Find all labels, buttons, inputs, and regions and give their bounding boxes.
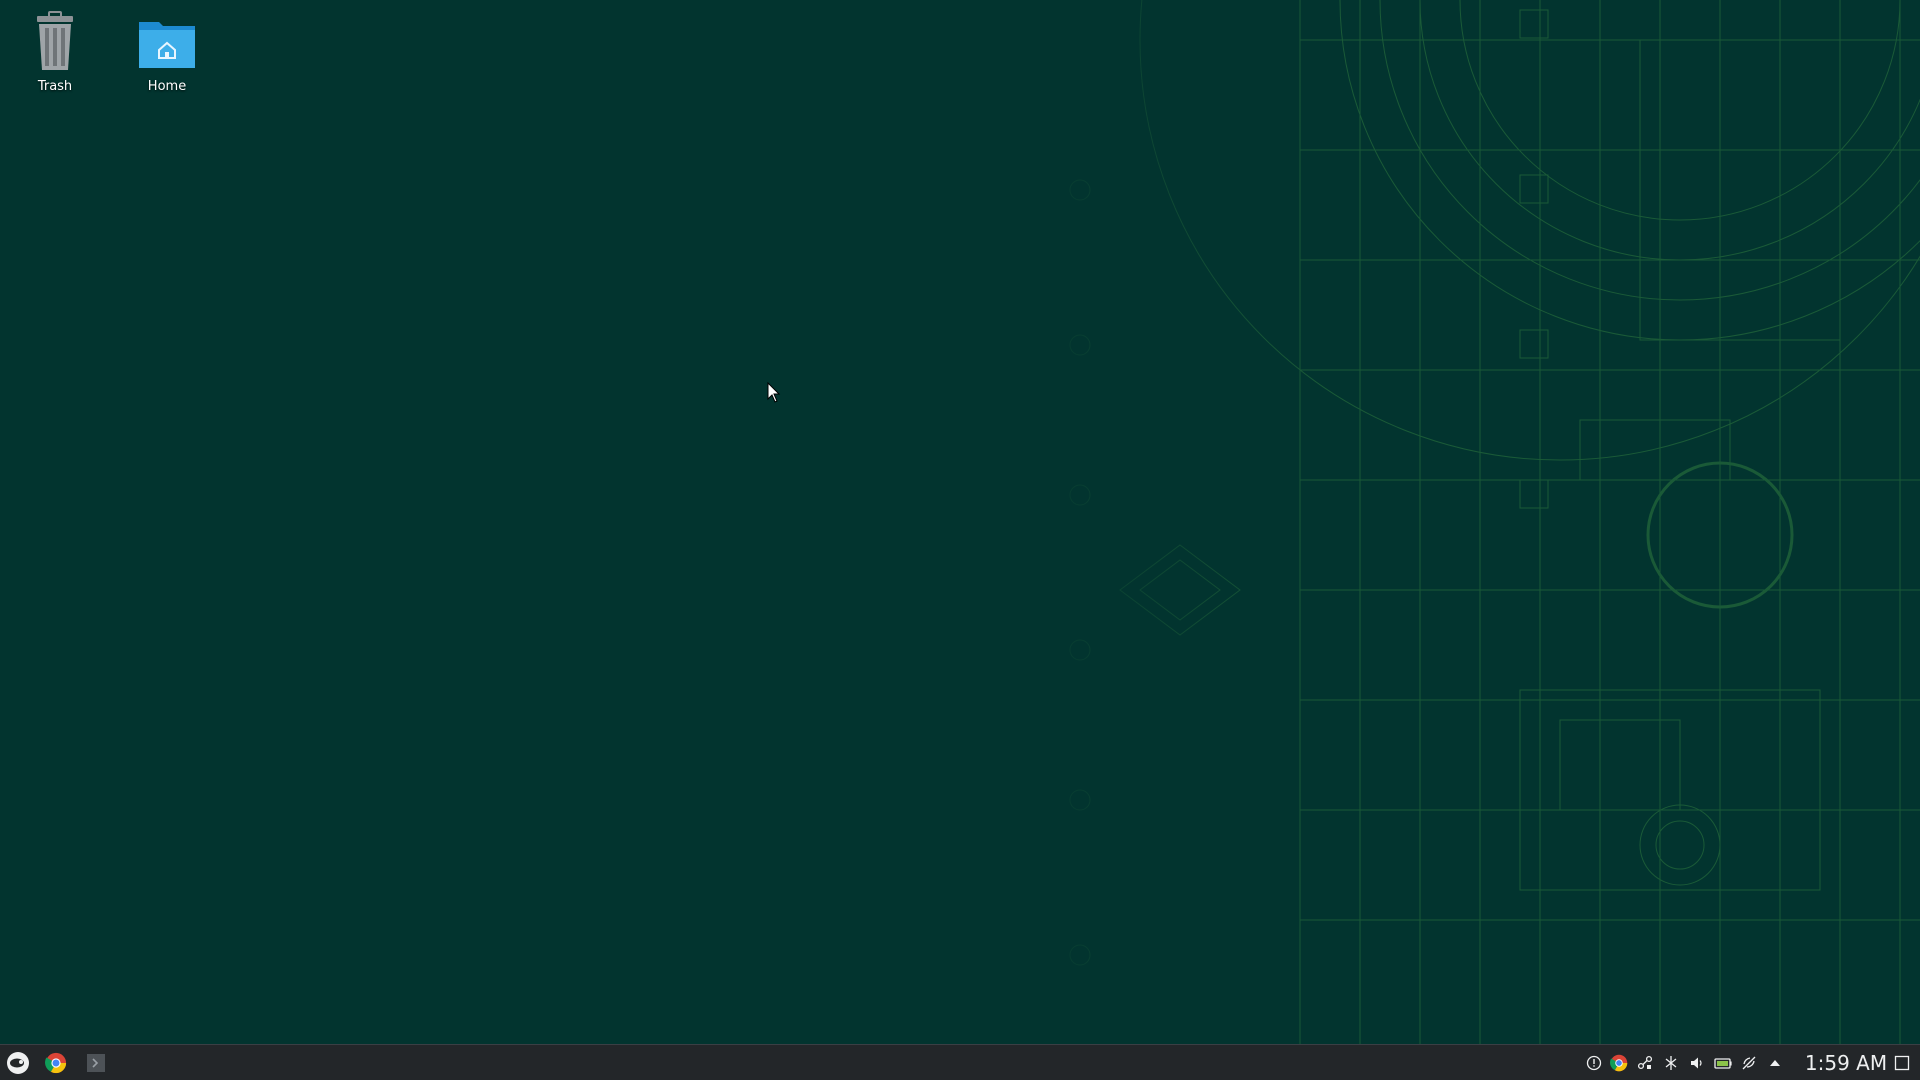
- kde-connect-tray-item[interactable]: [1636, 1054, 1654, 1072]
- show-desktop-icon: [1894, 1055, 1910, 1071]
- expand-tray-icon: [1770, 1060, 1780, 1066]
- terminal-icon: [87, 1054, 105, 1072]
- volume-tray-item[interactable]: [1688, 1054, 1706, 1072]
- application-menu-button[interactable]: [4, 1049, 32, 1077]
- notifications-icon: [1586, 1055, 1602, 1071]
- desktop-icon-trash[interactable]: Trash: [5, 10, 105, 94]
- opensuse-menu-icon: [7, 1052, 29, 1074]
- notifications-tray-item[interactable]: [1585, 1054, 1603, 1072]
- terminal-launcher[interactable]: [82, 1049, 110, 1077]
- bluetooth-tray-item[interactable]: [1662, 1054, 1680, 1072]
- show-desktop-button[interactable]: [1893, 1054, 1911, 1072]
- trash-icon: [37, 11, 73, 70]
- kde-connect-icon: [1637, 1055, 1653, 1070]
- chrome-tray-icon: [1610, 1054, 1628, 1072]
- bluetooth-icon: [1665, 1056, 1677, 1070]
- chrome-tray-item[interactable]: [1610, 1054, 1628, 1072]
- taskbar: 1:59 AM: [0, 1044, 1920, 1080]
- chrome-icon: [45, 1052, 67, 1074]
- volume-icon: [1691, 1057, 1702, 1069]
- mouse-cursor: [767, 382, 781, 403]
- network-icon: [1742, 1056, 1756, 1070]
- desktop-icon-label: Trash: [37, 79, 73, 94]
- home-folder-icon: [139, 22, 195, 68]
- chrome-launcher[interactable]: [42, 1049, 70, 1077]
- desktop-icon-label: Home: [147, 79, 187, 94]
- battery-tray-item[interactable]: [1714, 1054, 1732, 1072]
- desktop-icon-home[interactable]: Home: [117, 10, 217, 94]
- battery-icon: [1714, 1058, 1732, 1069]
- wallpaper-art: [1000, 0, 1920, 1044]
- desktop[interactable]: Trash Home: [0, 0, 1920, 1044]
- digital-clock[interactable]: 1:59 AM: [1790, 1051, 1902, 1075]
- expand-tray-button[interactable]: [1766, 1054, 1784, 1072]
- network-tray-item[interactable]: [1740, 1054, 1758, 1072]
